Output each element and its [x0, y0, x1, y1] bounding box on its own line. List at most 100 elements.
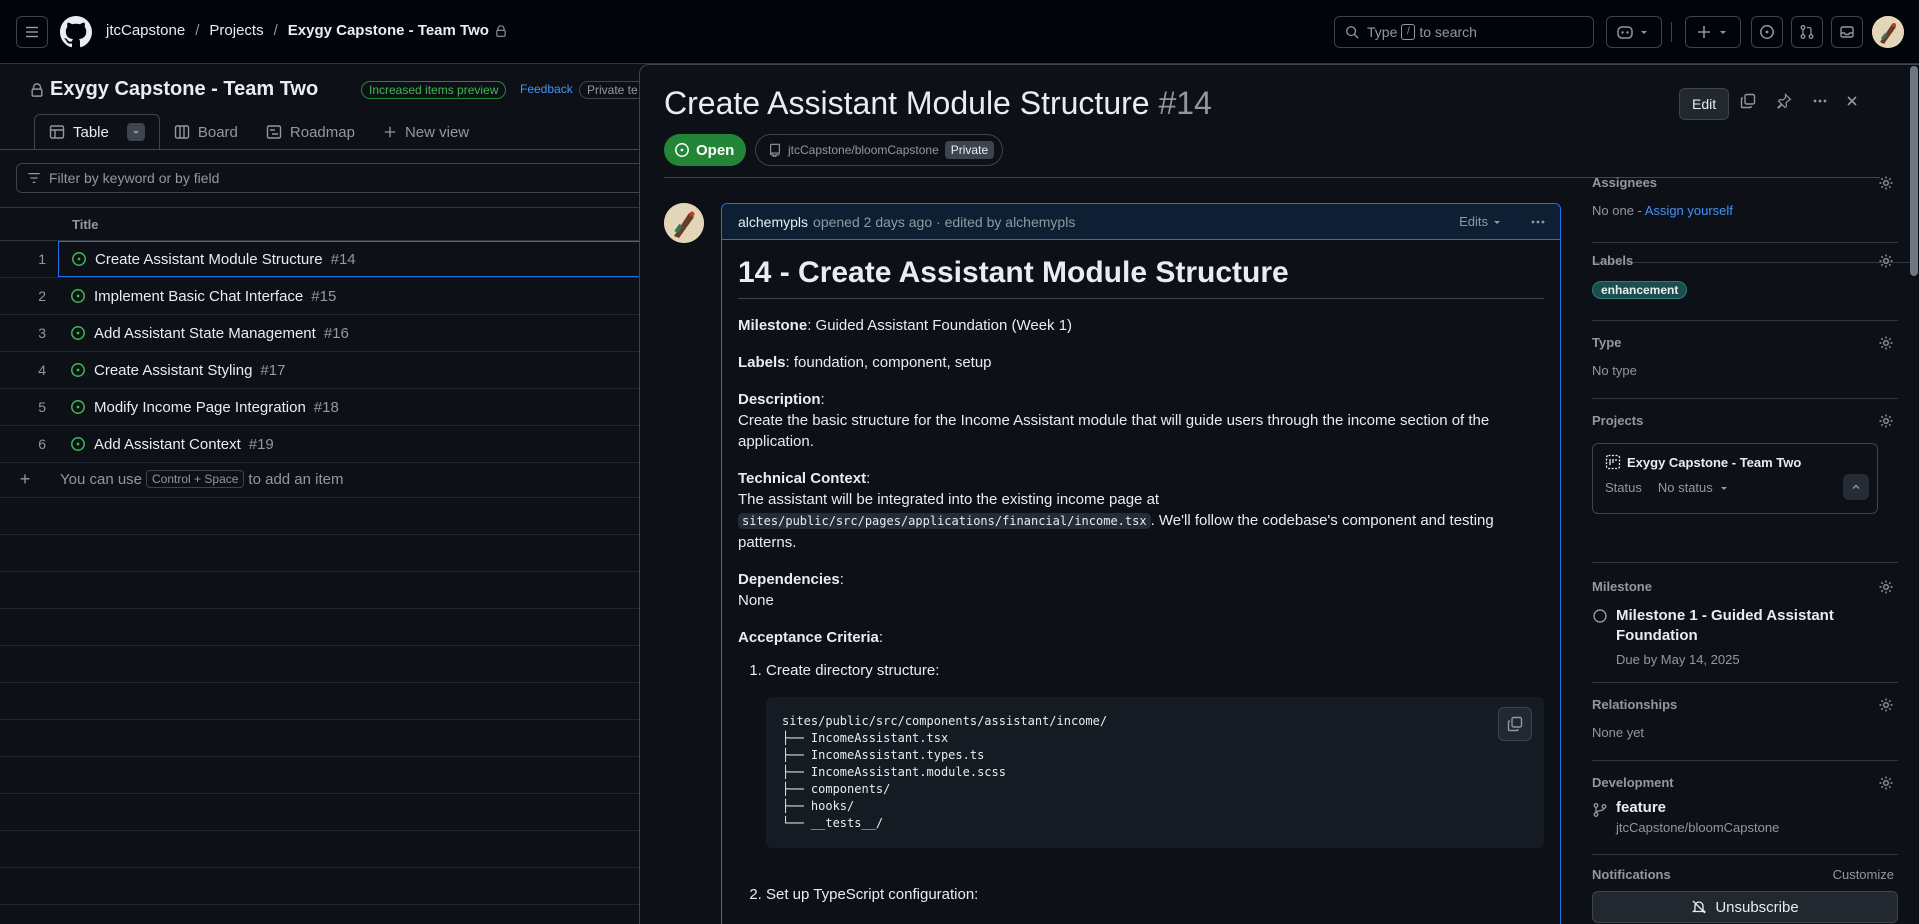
milestone-text: : Guided Assistant Foundation (Week 1)	[807, 317, 1073, 334]
row-title[interactable]: Modify Income Page Integration	[94, 399, 306, 416]
row-title-cell[interactable]: Add Assistant State Management #16	[58, 315, 640, 351]
body-heading: 14 - Create Assistant Module Structure	[738, 254, 1544, 299]
comment-header: alchemypls opened 2 days ago · edited by…	[722, 204, 1560, 240]
breadcrumb: jtcCapstone / Projects / Exygy Capstone …	[106, 22, 507, 39]
projects-section: Projects Exygy Capstone - Team Two Statu…	[1592, 399, 1898, 563]
table-row[interactable]: 6 Add Assistant Context #19	[0, 426, 640, 463]
tab-roadmap[interactable]: Roadmap	[252, 114, 369, 150]
pull-requests-button[interactable]	[1791, 16, 1823, 48]
sidebar-sections: Assignees No one - Assign yourself Label…	[1592, 65, 1910, 924]
create-new-button[interactable]	[1685, 16, 1741, 48]
row-number: 4	[38, 362, 46, 378]
row-title-cell[interactable]: Add Assistant Context #19	[58, 426, 640, 462]
preview-badge[interactable]: Increased items preview	[361, 81, 507, 99]
milestone-item[interactable]: Milestone 1 - Guided Assistant Foundatio…	[1592, 606, 1846, 667]
feedback-link[interactable]: Feedback	[520, 82, 573, 96]
gear-icon[interactable]	[1878, 253, 1894, 269]
copy-code-button[interactable]	[1498, 707, 1532, 741]
unsubscribe-button[interactable]: Unsubscribe	[1592, 891, 1898, 923]
customize-link[interactable]: Customize	[1833, 867, 1894, 882]
status-dropdown[interactable]: No status	[1658, 480, 1729, 495]
inbox-icon	[1840, 26, 1854, 38]
table-row[interactable]: 5 Modify Income Page Integration #18	[0, 389, 640, 426]
branch-item[interactable]: feature jtcCapstone/bloomCapstone	[1592, 799, 1779, 835]
repo-name: jtcCapstone/bloomCapstone	[788, 143, 939, 157]
filter-input[interactable]: Filter by keyword or by field	[16, 163, 646, 193]
project-card-name: Exygy Capstone - Team Two	[1627, 454, 1802, 470]
comment-author[interactable]: alchemypls	[738, 214, 808, 230]
breadcrumb-project[interactable]: Exygy Capstone - Team Two	[288, 22, 489, 39]
table-row[interactable]: 2 Implement Basic Chat Interface #15	[0, 278, 640, 315]
criteria-key: Acceptance Criteria	[738, 629, 879, 646]
inbox-button[interactable]	[1831, 16, 1863, 48]
gear-icon[interactable]	[1878, 175, 1894, 191]
labels-key: Labels	[738, 354, 786, 371]
milestone-key: Milestone	[738, 317, 808, 334]
board-icon	[174, 125, 190, 139]
row-title-cell[interactable]: Create Assistant Module Structure #14	[58, 241, 640, 277]
inline-code-path: sites/public/src/pages/applications/fina…	[738, 513, 1151, 529]
issues-button[interactable]	[1751, 16, 1783, 48]
status-label: Status	[1605, 480, 1642, 495]
tab-table[interactable]: Table	[34, 114, 160, 150]
relationships-value: None yet	[1592, 725, 1645, 740]
gear-icon[interactable]	[1878, 697, 1894, 713]
row-number: 1	[38, 251, 46, 267]
column-title[interactable]: Title	[72, 217, 99, 232]
search-input[interactable]: Type / to search	[1334, 16, 1594, 48]
row-title[interactable]: Create Assistant Module Structure	[95, 251, 323, 268]
type-value: No type	[1592, 363, 1637, 378]
edits-dropdown[interactable]: Edits	[1459, 214, 1502, 229]
table-row[interactable]: 4 Create Assistant Styling #17	[0, 352, 640, 389]
chevron-down-icon[interactable]	[126, 123, 145, 141]
collapse-button[interactable]	[1843, 474, 1869, 500]
search-suffix: to search	[1419, 24, 1477, 40]
author-avatar[interactable]	[664, 203, 704, 243]
gear-icon[interactable]	[1878, 335, 1894, 351]
gear-icon[interactable]	[1878, 579, 1894, 595]
row-number: 2	[38, 288, 46, 304]
label-pill[interactable]: enhancement	[1592, 281, 1688, 299]
repo-icon	[770, 143, 780, 157]
issue-open-icon	[71, 289, 85, 303]
project-card-title[interactable]: Exygy Capstone - Team Two	[1605, 454, 1865, 470]
new-view-button[interactable]: New view	[369, 114, 483, 150]
menu-button[interactable]	[16, 16, 48, 48]
assign-yourself-link[interactable]: Assign yourself	[1645, 203, 1733, 218]
repo-chip[interactable]: jtcCapstone/bloomCapstone Private	[755, 134, 1004, 166]
github-logo-icon[interactable]	[60, 16, 92, 48]
row-title-cell[interactable]: Create Assistant Styling #17	[58, 352, 640, 388]
add-item-row[interactable]: + You can use Control + Space to add an …	[0, 461, 640, 498]
row-title[interactable]: Create Assistant Styling	[94, 362, 252, 379]
row-title[interactable]: Implement Basic Chat Interface	[94, 288, 303, 305]
notifications-label: Notifications	[1592, 867, 1671, 882]
panel-scrollbar[interactable]	[1910, 66, 1918, 276]
tech-text: The assistant will be integrated into th…	[738, 491, 1160, 508]
row-title[interactable]: Add Assistant Context	[94, 436, 241, 453]
table-row[interactable]: 1 Create Assistant Module Structure #14	[0, 241, 640, 278]
tab-label: Roadmap	[289, 123, 355, 141]
row-title-cell[interactable]: Implement Basic Chat Interface #15	[58, 278, 640, 314]
filter-placeholder: Filter by keyword or by field	[49, 170, 220, 186]
dependencies-section: Dependencies: None	[738, 571, 844, 609]
row-issue-number: #14	[330, 250, 356, 268]
user-avatar[interactable]	[1872, 16, 1904, 48]
row-title[interactable]: Add Assistant State Management	[94, 325, 316, 342]
row-title-cell[interactable]: Modify Income Page Integration #18	[58, 389, 640, 425]
lock-icon	[30, 82, 44, 98]
tab-board[interactable]: Board	[160, 114, 252, 150]
copilot-button[interactable]	[1606, 16, 1662, 48]
assignees-label: Assignees	[1592, 175, 1658, 190]
comment-options-icon[interactable]	[1530, 214, 1546, 230]
issue-title: Create Assistant Module Structure #14	[664, 85, 1212, 122]
gear-icon[interactable]	[1878, 775, 1894, 791]
project-icon	[1605, 454, 1621, 470]
milestone-line: Milestone: Guided Assistant Foundation (…	[738, 315, 1544, 336]
gear-icon[interactable]	[1878, 413, 1894, 429]
unsubscribe-label: Unsubscribe	[1715, 898, 1799, 916]
table-row[interactable]: 3 Add Assistant State Management #16	[0, 315, 640, 352]
breadcrumb-owner[interactable]: jtcCapstone	[106, 22, 185, 39]
relationships-label: Relationships	[1592, 697, 1678, 712]
breadcrumb-projects[interactable]: Projects	[209, 22, 263, 39]
issue-state-badge: Open	[664, 134, 747, 166]
